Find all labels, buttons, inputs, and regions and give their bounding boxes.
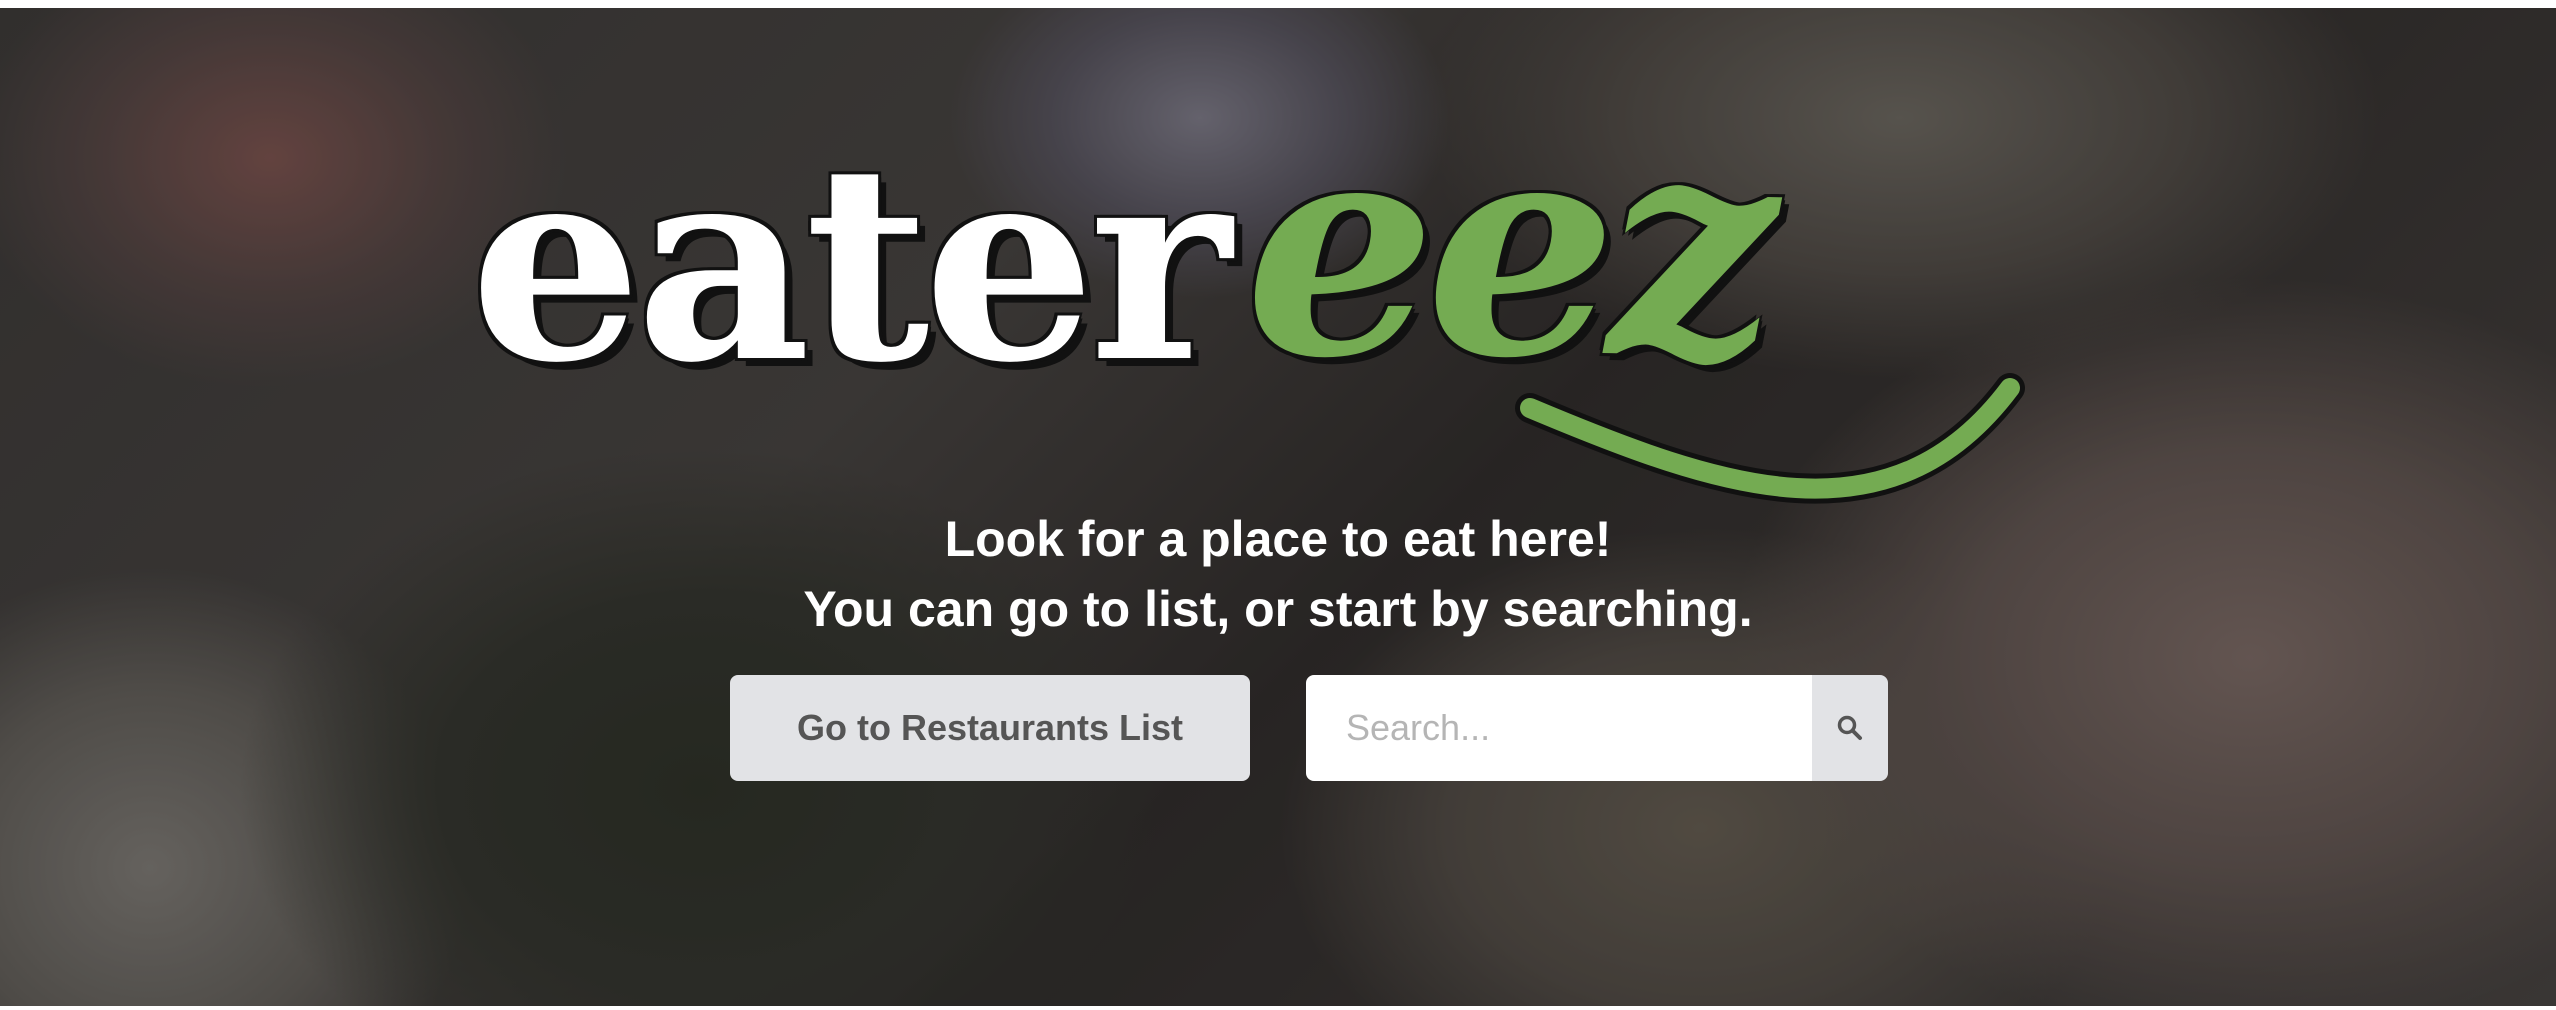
search-button[interactable] xyxy=(1812,675,1888,781)
search-icon xyxy=(1837,715,1862,740)
search-input[interactable] xyxy=(1306,675,1812,781)
search-bar xyxy=(1306,675,1888,781)
hero-heading-line-1: Look for a place to eat here! xyxy=(944,511,1612,567)
hero-content: eater eez Look for a place to eat here! … xyxy=(0,8,2556,1006)
hero-heading-line-2: You can go to list, or start by searchin… xyxy=(803,581,1753,637)
logo-eez-text: eez xyxy=(1245,71,1777,424)
logo: eater eez xyxy=(470,98,2030,504)
hero-banner: eater eez Look for a place to eat here! … xyxy=(0,8,2556,1006)
go-to-restaurants-list-button[interactable]: Go to Restaurants List xyxy=(730,675,1250,781)
